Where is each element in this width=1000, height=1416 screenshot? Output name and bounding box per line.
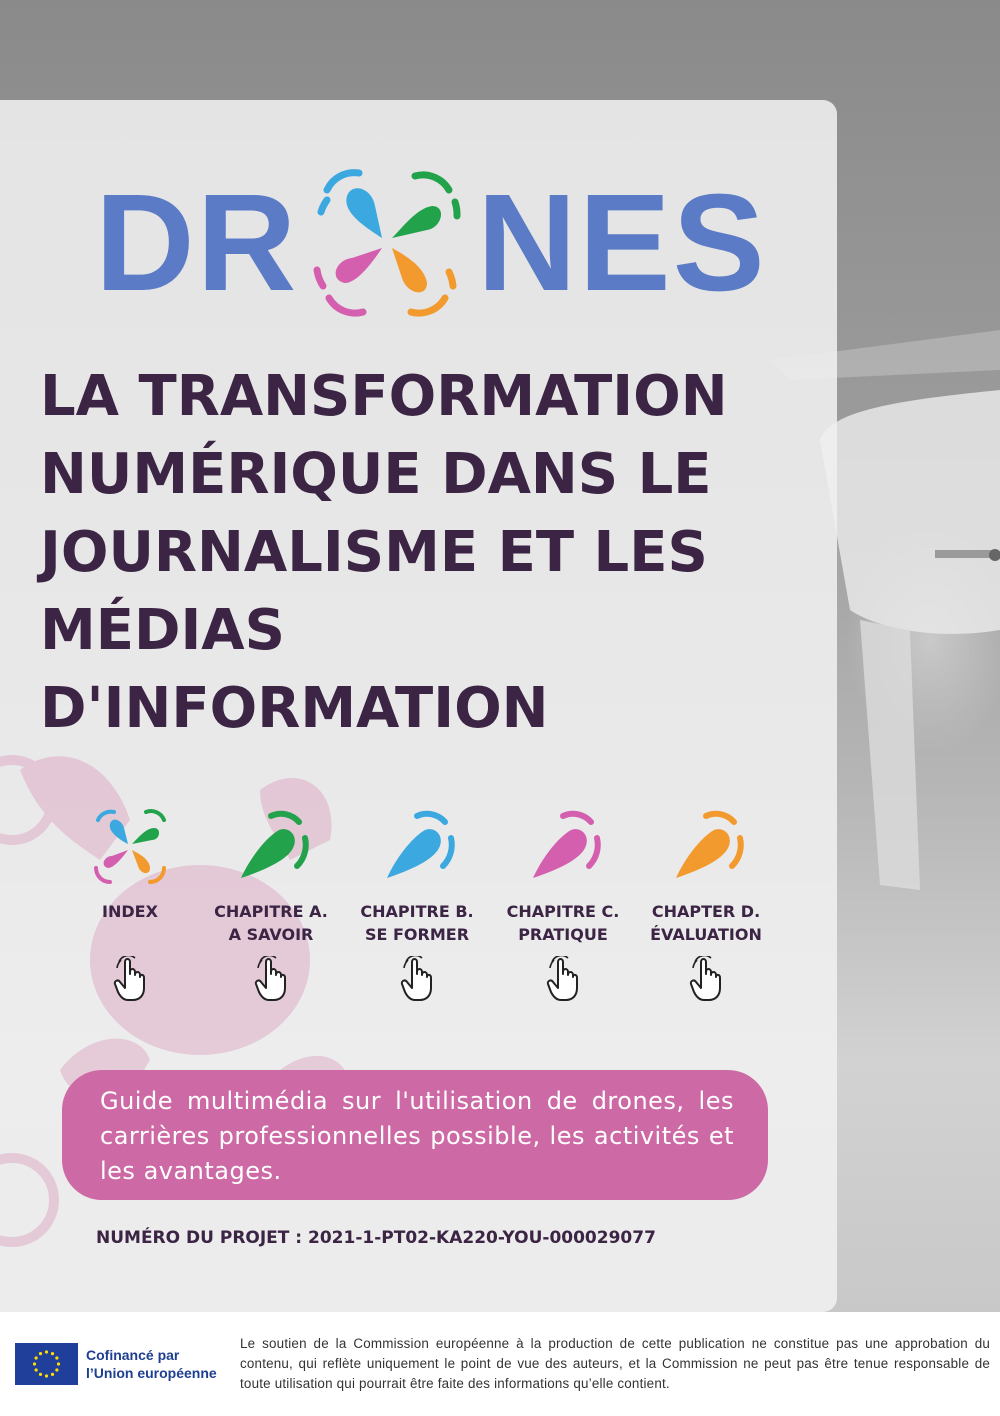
nav-label-line2 — [60, 923, 200, 946]
blue-drone-icon — [387, 810, 455, 878]
drones-logo: DR NES — [95, 168, 765, 318]
logo-text-left: DR — [95, 166, 299, 320]
title-line: JOURNALISME ET LES — [40, 520, 708, 585]
nav-label: INDEX — [60, 900, 200, 946]
green-drone-icon — [241, 810, 309, 878]
eu-star — [44, 1374, 49, 1378]
eu-flag-icon — [15, 1343, 78, 1385]
pointing-hand-icon — [400, 956, 432, 1001]
title-line: MÉDIAS — [40, 598, 285, 663]
title-line: D'INFORMATION — [40, 676, 549, 741]
title-line: LA TRANSFORMATION — [40, 364, 728, 429]
orange-drone-icon — [676, 810, 744, 878]
eu-star — [50, 1352, 55, 1356]
nav-index[interactable]: INDEX — [60, 808, 200, 1002]
pointing-hand-icon — [254, 956, 286, 1001]
logo-text-right: NES — [477, 166, 767, 320]
nav-label-line2: PRATIQUE — [518, 925, 608, 944]
nav-label-line2: ÉVALUATION — [650, 925, 762, 944]
eu-star — [34, 1368, 38, 1372]
eu-star — [50, 1372, 55, 1376]
title-line: NUMÉRIQUE DANS LE — [40, 442, 712, 507]
nav-label: CHAPITRE B. SE FORMER — [347, 900, 487, 946]
eu-star — [56, 1362, 61, 1366]
nav-label-line2: SE FORMER — [364, 925, 470, 944]
description-box: Guide multimédia sur l'utilisation de dr… — [62, 1070, 768, 1200]
nav-label: CHAPTER D. ÉVALUATION — [636, 900, 776, 946]
description-text: Guide multimédia sur l'utilisation de dr… — [100, 1087, 734, 1185]
eu-star — [32, 1362, 37, 1366]
pointing-hand-icon — [689, 956, 721, 1001]
pointing-hand-icon — [546, 956, 578, 1001]
eu-star — [44, 1350, 49, 1354]
eu-star — [38, 1352, 43, 1356]
nav-label-line2: A SAVOIR — [228, 925, 314, 944]
nav-label-line1: CHAPITRE B. — [360, 902, 474, 921]
cofinance-line2: l’Union européenne — [86, 1365, 217, 1381]
eu-star — [55, 1368, 59, 1372]
nav-label: CHAPITRE C. PRATIQUE — [493, 900, 633, 946]
nav-label-line1: CHAPITRE C. — [506, 902, 620, 921]
propeller-icon — [313, 169, 461, 317]
drones-logo-icon — [94, 809, 166, 884]
pointing-hand-icon — [113, 956, 145, 1001]
nav-label-line1: CHAPTER D. — [651, 902, 761, 921]
nav-chapter-c[interactable]: CHAPITRE C. PRATIQUE — [493, 808, 633, 1002]
eu-star — [34, 1356, 38, 1360]
nav-chapter-d[interactable]: CHAPTER D. ÉVALUATION — [636, 808, 776, 1002]
nav-label-line1: INDEX — [102, 902, 158, 921]
project-number: NUMÉRO DU PROJET : 2021-1-PT02-KA220-YOU… — [96, 1228, 656, 1248]
eu-disclaimer: Le soutien de la Commission européenne à… — [240, 1336, 990, 1391]
pink-drone-icon — [533, 810, 601, 878]
eu-star — [55, 1356, 59, 1360]
nav-label-line1: CHAPITRE A. — [214, 902, 328, 921]
eu-star — [38, 1372, 43, 1376]
cofinance-line1: Cofinancé par — [86, 1347, 180, 1363]
cofinance-label: Cofinancé par l’Union européenne — [86, 1346, 217, 1382]
nav-chapter-a[interactable]: CHAPITRE A. A SAVOIR — [201, 808, 341, 1002]
document-title: LA TRANSFORMATION NUMÉRIQUE DANS LE JOUR… — [40, 358, 800, 748]
nav-label: CHAPITRE A. A SAVOIR — [201, 900, 341, 946]
nav-chapter-b[interactable]: CHAPITRE B. SE FORMER — [347, 808, 487, 1002]
